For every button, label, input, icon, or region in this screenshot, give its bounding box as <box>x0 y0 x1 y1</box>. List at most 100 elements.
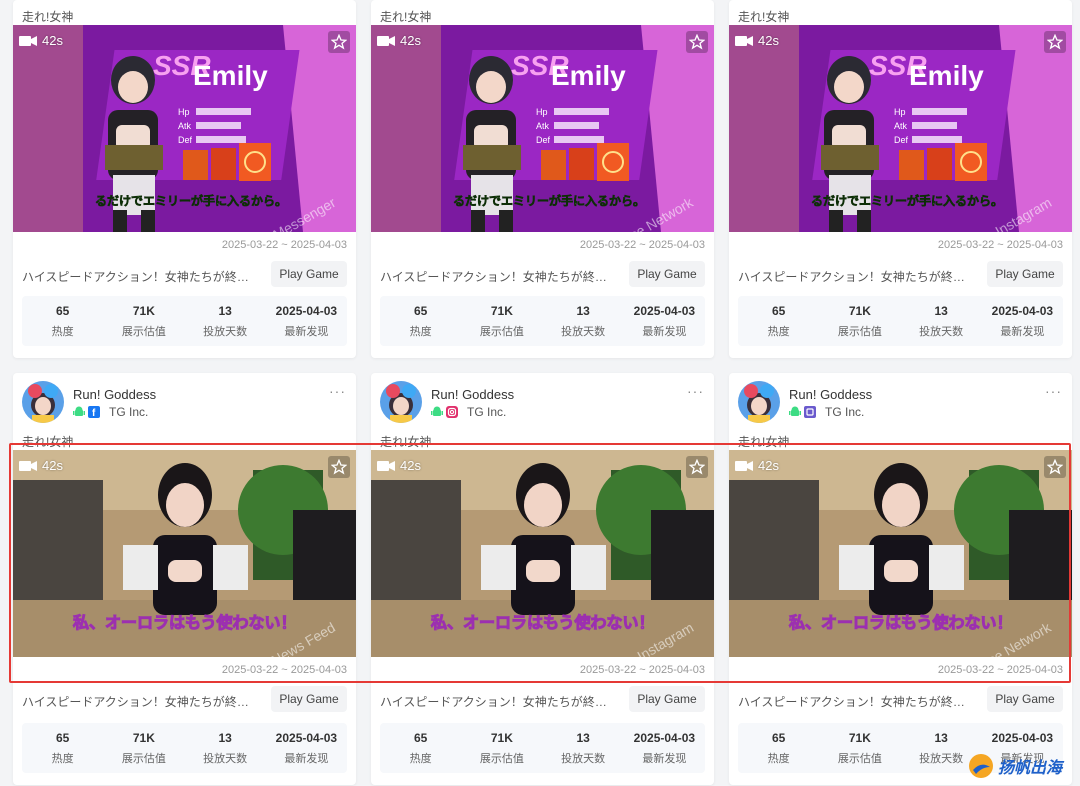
play-game-button[interactable]: Play Game <box>629 686 705 712</box>
favorite-star-icon[interactable] <box>1044 456 1066 478</box>
stat-def: Def <box>536 135 551 145</box>
play-game-button[interactable]: Play Game <box>271 686 347 712</box>
more-options-icon[interactable]: ··· <box>1045 383 1062 399</box>
stat-heat: 65 热度 <box>767 730 790 765</box>
ad-card[interactable]: 走れ!女神 SSR Emily Hp Atk Def るだけでエミリーが手に入る… <box>729 0 1072 358</box>
stat-def: Def <box>178 135 193 145</box>
ad-card[interactable]: 走れ!女神 SSR Emily Hp Atk Def るだけでエミリーが手に入る… <box>13 0 356 358</box>
creative-caption: 私、オーロラはもう使わない！ <box>789 613 1013 632</box>
play-game-button[interactable]: Play Game <box>271 261 347 287</box>
stat-heat: 65 热度 <box>767 303 790 338</box>
ad-creative-image[interactable]: SSR Emily Hp Atk Def るだけでエミリーが手に入るから。 42… <box>371 25 714 232</box>
ad-stats: 65 热度 71K 展示估值 13 投放天数 2025-04-03 最新发现 <box>22 723 347 773</box>
video-camera-icon <box>735 460 753 471</box>
duration-label: 42s <box>400 33 421 48</box>
ad-description: ハイスピードアクション！女神たちが終末の戦... <box>380 270 616 284</box>
audience-network-icon <box>804 406 816 418</box>
creative-caption: るだけでエミリーが手に入るから。 <box>95 193 287 208</box>
app-avatar[interactable] <box>22 381 64 423</box>
favorite-star-icon[interactable] <box>686 456 708 478</box>
ad-creative-image[interactable]: 私、オーロラはもう使わない！ 42s Audience Network <box>729 450 1072 657</box>
publisher-name: TG Inc. <box>825 405 865 419</box>
video-camera-icon <box>19 460 37 471</box>
ad-creative-image[interactable]: 私、オーロラはもう使わない！ 42s News Feed <box>13 450 356 657</box>
stat-atk: Atk <box>536 121 550 131</box>
publisher-name: TG Inc. <box>467 405 507 419</box>
ad-creative-image[interactable]: SSR Emily Hp Atk Def るだけでエミリーが手に入るから。 42… <box>729 25 1072 232</box>
stat-impressions: 71K 展示估值 <box>121 730 166 765</box>
stat-hp: Hp <box>178 107 190 117</box>
run-date-range: 2025-03-22 ~ 2025-04-03 <box>221 239 347 251</box>
android-icon <box>789 406 801 416</box>
favorite-star-icon[interactable] <box>1044 31 1066 53</box>
duration-label: 42s <box>400 458 421 473</box>
app-avatar[interactable] <box>738 381 780 423</box>
app-name[interactable]: Run! Goddess <box>431 387 514 402</box>
game-title: 走れ!女神 <box>22 10 74 24</box>
stat-impressions: 71K 展示估值 <box>121 303 166 338</box>
game-title: 走れ!女神 <box>380 10 432 24</box>
android-icon <box>73 406 85 416</box>
platform-row: TG Inc. <box>431 405 506 419</box>
stat-last-seen: 2025-04-03 最新发现 <box>633 303 696 338</box>
ad-card[interactable]: Run! Goddess f TG Inc. ··· 走れ!女神 私、オーロラは… <box>13 373 356 785</box>
game-title: 走れ!女神 <box>738 435 790 449</box>
platform-row: TG Inc. <box>789 405 864 419</box>
video-duration: 42s <box>735 458 779 473</box>
stat-last-seen: 2025-04-03 最新发现 <box>275 303 338 338</box>
stat-days: 13 投放天数 <box>919 303 964 338</box>
stat-days: 13 投放天数 <box>203 730 248 765</box>
video-duration: 42s <box>19 33 63 48</box>
ad-creative-image[interactable]: SSR Emily Hp Atk Def るだけでエミリーが手に入るから。 42… <box>13 25 356 232</box>
stat-heat: 65 热度 <box>51 303 74 338</box>
ad-stats: 65 热度 71K 展示估值 13 投放天数 2025-04-03 最新发现 <box>380 723 705 773</box>
stat-days: 13 投放天数 <box>561 730 606 765</box>
publisher-name: TG Inc. <box>109 405 149 419</box>
more-options-icon[interactable]: ··· <box>687 383 704 399</box>
facebook-icon: f <box>88 406 100 418</box>
video-camera-icon <box>377 35 395 46</box>
stat-def: Def <box>894 135 909 145</box>
stat-last-seen: 2025-04-03 最新发现 <box>991 303 1054 338</box>
game-title: 走れ!女神 <box>22 435 74 449</box>
stat-heat: 65 热度 <box>409 303 432 338</box>
video-duration: 42s <box>377 33 421 48</box>
run-date-range: 2025-03-22 ~ 2025-04-03 <box>221 664 347 676</box>
run-date-range: 2025-03-22 ~ 2025-04-03 <box>937 239 1063 251</box>
more-options-icon[interactable]: ··· <box>329 383 346 399</box>
app-avatar[interactable] <box>380 381 422 423</box>
favorite-star-icon[interactable] <box>686 31 708 53</box>
video-camera-icon <box>377 460 395 471</box>
ad-card[interactable]: 走れ!女神 SSR Emily Hp Atk Def るだけでエミリーが手に入る… <box>371 0 714 358</box>
video-duration: 42s <box>377 458 421 473</box>
stat-atk: Atk <box>178 121 192 131</box>
favorite-star-icon[interactable] <box>328 456 350 478</box>
play-game-button[interactable]: Play Game <box>987 686 1063 712</box>
brand-logo: 扬帆出海 <box>968 753 1062 779</box>
ad-description: ハイスピードアクション！女神たちが終末の戦... <box>380 695 616 709</box>
ad-card[interactable]: Run! Goddess TG Inc. ··· 走れ!女神 私、オーロラはもう… <box>729 373 1072 785</box>
ad-stats: 65 热度 71K 展示估值 13 投放天数 2025-04-03 最新发现 <box>738 296 1063 346</box>
play-game-button[interactable]: Play Game <box>987 261 1063 287</box>
stat-hp: Hp <box>536 107 548 117</box>
stat-last-seen: 2025-04-03 最新发现 <box>275 730 338 765</box>
run-date-range: 2025-03-22 ~ 2025-04-03 <box>579 239 705 251</box>
app-name[interactable]: Run! Goddess <box>789 387 872 402</box>
video-camera-icon <box>19 35 37 46</box>
favorite-star-icon[interactable] <box>328 31 350 53</box>
hero-name: Emily <box>909 60 984 91</box>
ad-card[interactable]: Run! Goddess TG Inc. ··· 走れ!女神 私、オーロラはもう… <box>371 373 714 785</box>
stat-hp: Hp <box>894 107 906 117</box>
game-title: 走れ!女神 <box>380 435 432 449</box>
ad-creative-image[interactable]: 私、オーロラはもう使わない！ 42s Instagram <box>371 450 714 657</box>
app-name[interactable]: Run! Goddess <box>73 387 156 402</box>
ad-description: ハイスピードアクション！女神たちが終末の戦... <box>738 695 974 709</box>
stat-atk: Atk <box>894 121 908 131</box>
stat-impressions: 71K 展示估值 <box>479 730 524 765</box>
creative-caption: 私、オーロラはもう使わない！ <box>73 613 297 632</box>
duration-label: 42s <box>758 33 779 48</box>
play-game-button[interactable]: Play Game <box>629 261 705 287</box>
stat-impressions: 71K 展示估值 <box>837 303 882 338</box>
instagram-icon <box>446 406 458 418</box>
stat-impressions: 71K 展示估值 <box>479 303 524 338</box>
